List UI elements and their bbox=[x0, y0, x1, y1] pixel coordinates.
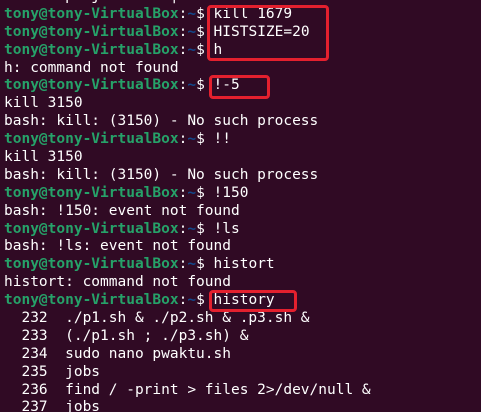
prompt-symbol: $ bbox=[196, 184, 214, 201]
output-line: 235 jobs bbox=[4, 364, 371, 382]
command-text: histort bbox=[213, 256, 275, 273]
terminal-window[interactable]: 231 ps j -t -ax | less -N -Mtony@tony-Vi… bbox=[0, 0, 481, 412]
output-text: kill 3150 bbox=[4, 95, 83, 112]
highlight-box-bang-minus-5 bbox=[209, 75, 270, 99]
output-line: bash: kill: (3150) - No such process bbox=[4, 113, 371, 131]
prompt-line: tony@tony-VirtualBox:~$ histort bbox=[4, 256, 371, 274]
prompt-user-host: tony@tony-VirtualBox bbox=[4, 23, 179, 40]
prompt-path: ~ bbox=[187, 184, 197, 201]
prompt-symbol: $ bbox=[196, 256, 214, 273]
output-text: h: command not found bbox=[4, 59, 179, 76]
prompt-user-host: tony@tony-VirtualBox bbox=[4, 131, 179, 148]
highlight-box-kill-histsize-h bbox=[207, 5, 329, 61]
output-line: kill 3150 bbox=[4, 149, 371, 167]
prompt-line: tony@tony-VirtualBox:~$ !150 bbox=[4, 185, 371, 203]
prompt-path: ~ bbox=[187, 131, 197, 148]
prompt-user-host: tony@tony-VirtualBox bbox=[4, 292, 179, 309]
output-text: kill 3150 bbox=[4, 149, 83, 166]
output-line: h: command not found bbox=[4, 60, 371, 78]
output-text: histort: command not found bbox=[4, 274, 231, 291]
prompt-user-host: tony@tony-VirtualBox bbox=[4, 256, 179, 273]
prompt-line: tony@tony-VirtualBox:~$ !ls bbox=[4, 221, 371, 239]
prompt-user-host: tony@tony-VirtualBox bbox=[4, 5, 179, 22]
highlight-box-history bbox=[209, 290, 297, 312]
command-text: !150 bbox=[213, 184, 249, 201]
prompt-user-host: tony@tony-VirtualBox bbox=[4, 41, 179, 58]
output-text: 233 (./p1.sh ; ./p3.sh) & bbox=[4, 327, 249, 344]
command-text: !! bbox=[213, 131, 232, 148]
output-text: bash: !ls: event not found bbox=[4, 238, 231, 255]
output-text: bash: kill: (3150) - No such process bbox=[4, 166, 319, 183]
prompt-path: ~ bbox=[187, 292, 197, 309]
prompt-line: tony@tony-VirtualBox:~$ !-5 bbox=[4, 77, 371, 95]
prompt-path: ~ bbox=[187, 23, 197, 40]
output-text: 235 jobs bbox=[4, 363, 101, 380]
output-line: bash: kill: (3150) - No such process bbox=[4, 167, 371, 185]
command-text: !ls bbox=[213, 220, 240, 237]
output-line: kill 3150 bbox=[4, 95, 371, 113]
output-line: 236 find / -print > files 2>/dev/null & bbox=[4, 381, 371, 400]
output-line: 237 jobs bbox=[4, 399, 371, 412]
prompt-user-host: tony@tony-VirtualBox bbox=[4, 184, 179, 201]
output-text: 234 sudo nano pwaktu.sh bbox=[4, 345, 231, 362]
prompt-path: ~ bbox=[187, 256, 197, 273]
output-text: bash: !150: event not found bbox=[4, 202, 240, 219]
terminal-output: 231 ps j -t -ax | less -N -Mtony@tony-Vi… bbox=[4, 0, 371, 412]
output-text: 231 ps j -t -ax | less -N -M bbox=[4, 0, 274, 4]
output-line: histort: command not found bbox=[4, 274, 371, 292]
prompt-line: tony@tony-VirtualBox:~$ !! bbox=[4, 131, 371, 149]
output-text: 236 find / -print > files 2>/dev/null & bbox=[4, 381, 371, 398]
prompt-path: ~ bbox=[187, 220, 197, 237]
output-text: bash: kill: (3150) - No such process bbox=[4, 113, 319, 130]
prompt-symbol: $ bbox=[196, 220, 214, 237]
output-line: 234 sudo nano pwaktu.sh bbox=[4, 346, 371, 364]
output-line: 233 (./p1.sh ; ./p3.sh) & bbox=[4, 328, 371, 346]
output-line: 232 ./p1.sh & ./p2.sh & .p3.sh & bbox=[4, 310, 371, 328]
prompt-symbol: $ bbox=[196, 131, 214, 148]
prompt-line: tony@tony-VirtualBox:~$ history bbox=[4, 292, 371, 310]
output-line: bash: !ls: event not found bbox=[4, 238, 371, 256]
prompt-path: ~ bbox=[187, 77, 197, 94]
prompt-user-host: tony@tony-VirtualBox bbox=[4, 77, 179, 94]
output-text: 237 jobs bbox=[4, 399, 101, 412]
prompt-user-host: tony@tony-VirtualBox bbox=[4, 220, 179, 237]
prompt-path: ~ bbox=[187, 41, 197, 58]
output-line: bash: !150: event not found bbox=[4, 203, 371, 221]
prompt-path: ~ bbox=[187, 5, 197, 22]
output-text: 232 ./p1.sh & ./p2.sh & .p3.sh & bbox=[4, 310, 310, 327]
